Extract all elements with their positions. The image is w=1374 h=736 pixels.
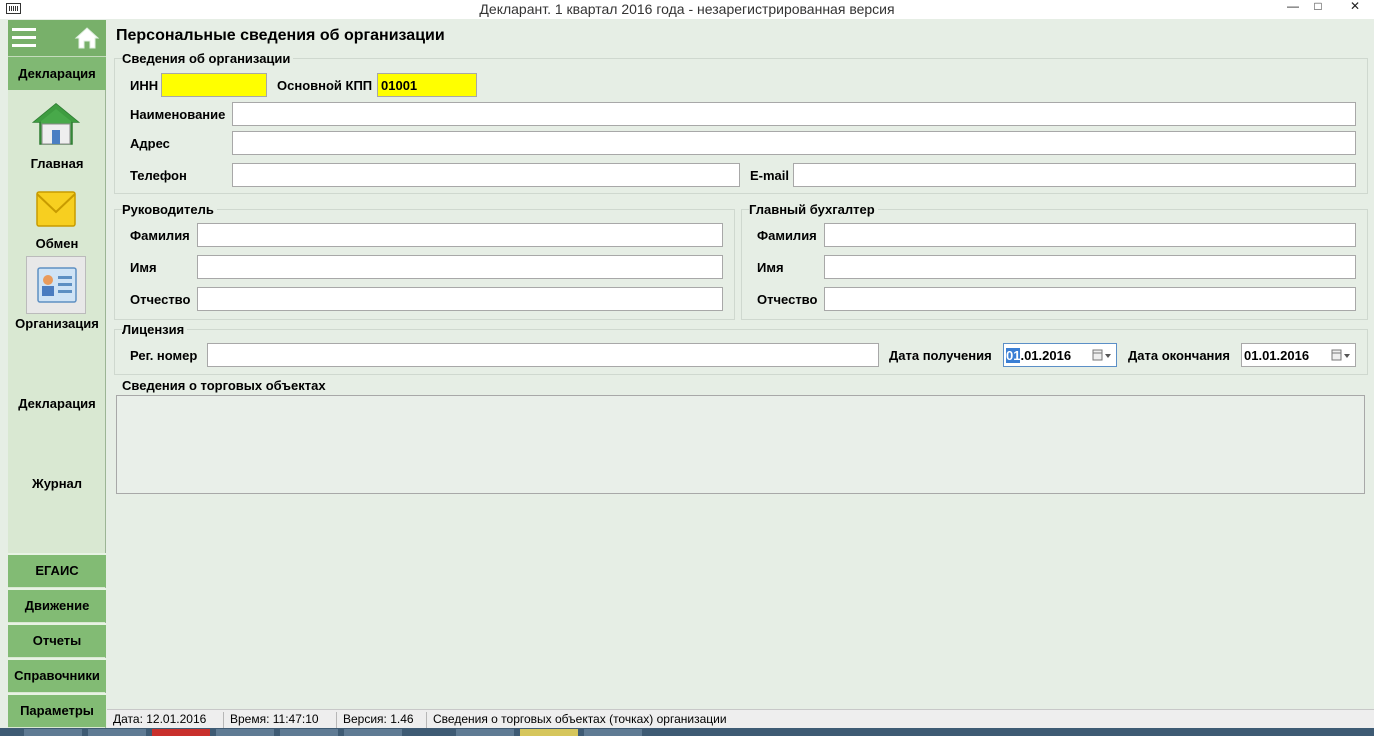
org-info-group-label: Сведения об организации <box>122 51 294 66</box>
taskbar-item[interactable] <box>344 729 402 736</box>
hamburger-menu-icon[interactable] <box>12 28 36 48</box>
sidebar-item-label: Журнал <box>31 476 83 491</box>
taskbar-item[interactable] <box>584 729 642 736</box>
sidebar-section-movement[interactable]: Движение <box>8 588 106 622</box>
taskbar-item[interactable] <box>152 729 210 736</box>
accountant-surname-label: Фамилия <box>757 228 817 243</box>
taskbar-item[interactable] <box>456 729 514 736</box>
trade-objects-group-label: Сведения о торговых объектах <box>122 378 329 393</box>
phone-label: Телефон <box>130 168 187 183</box>
sidebar-item-organization[interactable]: Организация <box>8 256 106 336</box>
phone-field[interactable] <box>232 163 740 187</box>
accountant-name-field[interactable] <box>824 255 1356 279</box>
page-title: Персональные сведения об организации <box>116 27 445 44</box>
status-time: Время: 11:47:10 <box>224 712 337 728</box>
director-name-label: Имя <box>130 260 157 275</box>
taskbar-item[interactable] <box>216 729 274 736</box>
director-name-field[interactable] <box>197 255 723 279</box>
sidebar-section-parameters[interactable]: Параметры <box>8 693 106 727</box>
sidebar-section-declaration[interactable]: Декларация <box>8 56 106 90</box>
expiry-date-picker[interactable]: 01.01.2016 <box>1241 343 1356 367</box>
taskbar-item[interactable] <box>24 729 82 736</box>
accountant-group-label: Главный бухгалтер <box>749 202 878 217</box>
email-label: E-mail <box>750 168 790 183</box>
accountant-patronymic-field[interactable] <box>824 287 1356 311</box>
organization-card-icon <box>37 267 77 303</box>
received-date-selected: 01 <box>1006 348 1021 363</box>
email-field[interactable] <box>793 163 1356 187</box>
sidebar-section-references[interactable]: Справочники <box>8 658 106 692</box>
kpp-field[interactable]: 01001 <box>377 73 477 97</box>
license-group-label: Лицензия <box>122 322 188 337</box>
received-date-rest: .01.2016 <box>1020 348 1072 363</box>
sidebar-item-exchange[interactable]: Обмен <box>8 184 106 256</box>
status-bar: Дата: 12.01.2016 Время: 11:47:10 Версия:… <box>107 709 1374 728</box>
sidebar-item-label: Декларация <box>18 396 96 411</box>
sidebar-item-label: Организация <box>15 316 99 331</box>
inn-field[interactable] <box>161 73 267 97</box>
name-label: Наименование <box>130 107 226 122</box>
expiry-date-value: 01.01.2016 <box>1244 348 1310 363</box>
taskbar-item[interactable] <box>88 729 146 736</box>
received-date-picker[interactable]: 01.01.2016 <box>1003 343 1117 367</box>
sidebar-item-declaration[interactable]: Декларация <box>8 396 106 412</box>
close-button[interactable]: ✕ <box>1342 0 1368 14</box>
director-patronymic-field[interactable] <box>197 287 723 311</box>
calendar-dropdown-icon[interactable] <box>1092 349 1112 362</box>
director-group-label: Руководитель <box>122 202 217 217</box>
title-bar: Декларант. 1 квартал 2016 года - незарег… <box>0 0 1374 19</box>
accountant-name-label: Имя <box>757 260 784 275</box>
director-patronymic-label: Отчество <box>130 292 191 307</box>
sidebar-item-label: Главная <box>30 156 84 171</box>
maximize-button[interactable]: □ <box>1305 0 1331 14</box>
director-surname-field[interactable] <box>197 223 723 247</box>
reg-number-label: Рег. номер <box>130 348 198 363</box>
director-surname-label: Фамилия <box>130 228 190 243</box>
sidebar-item-journal[interactable]: Журнал <box>8 476 106 492</box>
status-hint: Сведения о торговых объектах (точках) ор… <box>433 712 727 726</box>
calendar-dropdown-icon[interactable] <box>1331 349 1351 362</box>
sidebar: Декларация Главная Обмен Организация Дек <box>8 20 106 728</box>
inn-label: ИНН <box>130 78 159 93</box>
received-date-label: Дата получения <box>889 348 992 363</box>
taskbar <box>0 728 1374 736</box>
name-field[interactable] <box>232 102 1356 126</box>
sidebar-item-main[interactable]: Главная <box>8 100 106 172</box>
envelope-icon <box>36 191 76 227</box>
sidebar-section-egais[interactable]: ЕГАИС <box>8 553 106 587</box>
expiry-date-label: Дата окончания <box>1128 348 1230 363</box>
accountant-surname-field[interactable] <box>824 223 1356 247</box>
house-icon <box>32 103 80 145</box>
accountant-patronymic-label: Отчество <box>757 292 818 307</box>
home-icon[interactable] <box>74 26 100 50</box>
trade-objects-list[interactable] <box>116 395 1365 494</box>
status-date: Дата: 12.01.2016 <box>107 712 224 728</box>
status-version: Версия: 1.46 <box>337 712 427 728</box>
taskbar-item-active[interactable] <box>520 729 578 736</box>
address-label: Адрес <box>130 136 170 151</box>
minimize-button[interactable]: — <box>1280 0 1306 14</box>
sidebar-item-label: Обмен <box>35 236 79 251</box>
reg-number-field[interactable] <box>207 343 879 367</box>
window-title: Декларант. 1 квартал 2016 года - незарег… <box>479 1 895 17</box>
address-field[interactable] <box>232 131 1356 155</box>
kpp-label: Основной КПП <box>277 78 373 93</box>
taskbar-item[interactable] <box>280 729 338 736</box>
sidebar-section-reports[interactable]: Отчеты <box>8 623 106 657</box>
